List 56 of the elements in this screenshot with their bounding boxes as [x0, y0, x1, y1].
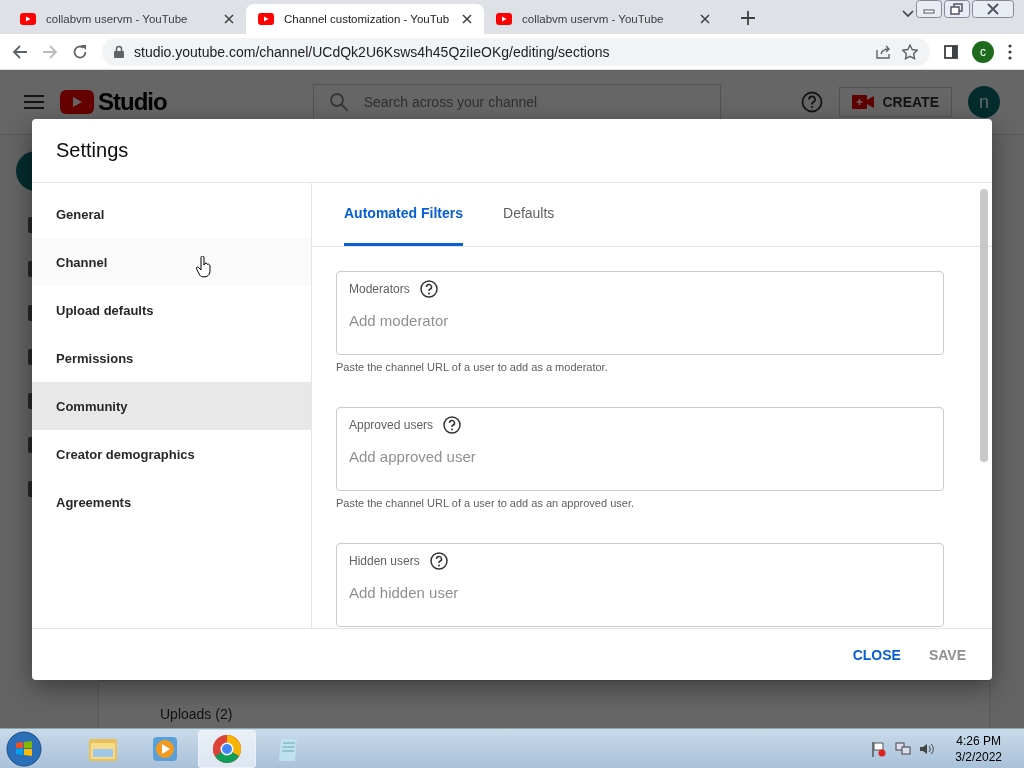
youtube-icon [20, 13, 36, 25]
settings-nav-item[interactable]: General [32, 190, 311, 238]
side-panel-icon[interactable] [944, 44, 958, 59]
field-label: Approved users [349, 418, 434, 432]
browser-tab[interactable]: collabvm uservm - YouTube [8, 4, 246, 34]
settings-nav-item[interactable]: Channel [32, 238, 311, 286]
field-label: Moderators [349, 282, 410, 296]
media-player-icon[interactable] [153, 736, 177, 761]
helper-text: Paste the channel URL of a user to add as a moderator. [336, 361, 609, 373]
helper-text: Paste the channel URL of a user to add as an approved user. [336, 497, 635, 509]
youtube-icon [258, 13, 274, 25]
hand-cursor-icon [196, 256, 212, 278]
close-icon[interactable] [224, 14, 234, 24]
network-icon[interactable] [895, 740, 912, 757]
filter-tab[interactable]: Defaults [503, 183, 555, 246]
help-icon[interactable] [429, 552, 448, 570]
profile-avatar[interactable]: c [972, 40, 994, 63]
close-icon[interactable] [700, 14, 710, 24]
video-camera-icon [852, 95, 875, 109]
restore-icon[interactable] [944, 0, 970, 18]
back-icon[interactable] [12, 43, 28, 60]
more-icon[interactable] [1008, 43, 1012, 60]
settings-nav-item[interactable]: Creator demographics [32, 430, 311, 478]
lock-icon [114, 45, 124, 58]
settings-nav-item[interactable]: Community [32, 382, 311, 430]
menu-icon[interactable] [24, 95, 44, 109]
dialog-title: Settings [56, 139, 129, 162]
logo-icon [60, 90, 94, 114]
chevron-down-icon[interactable] [902, 10, 914, 18]
dialog-button[interactable]: CLOSE [842, 638, 911, 671]
chrome-icon[interactable] [213, 734, 241, 763]
address-bar[interactable]: studio.youtube.com/channel/UCdQk2U6Ksws4h45QziIeOKg/editing/sections [102, 37, 930, 66]
star-icon[interactable] [902, 43, 918, 60]
close-icon[interactable] [972, 0, 1014, 18]
filter-tab[interactable]: Automated Filters [344, 183, 463, 246]
clock-date[interactable]: 3/2/2022 [955, 748, 1002, 765]
scrollbar[interactable] [980, 189, 988, 462]
start-button[interactable] [6, 730, 42, 767]
settings-nav-item[interactable]: Permissions [32, 334, 311, 382]
flag-icon[interactable] [871, 740, 888, 757]
new-tab-icon[interactable] [741, 11, 755, 25]
help-icon[interactable] [419, 280, 438, 298]
youtube-icon [496, 13, 512, 25]
browser-tab[interactable]: collabvm uservm - YouTube [484, 4, 722, 34]
settings-nav-item[interactable]: Upload defaults [32, 286, 311, 334]
field-label: Hidden users [349, 554, 420, 568]
uploads-heading: Uploads (2) [160, 706, 233, 722]
settings-nav-item[interactable]: Agreements [32, 478, 311, 526]
clock-time[interactable]: 4:26 PM [956, 732, 1001, 749]
share-icon[interactable] [876, 44, 892, 59]
help-icon[interactable] [443, 416, 462, 434]
logo-text: Studio [98, 88, 167, 116]
search-icon [329, 93, 348, 111]
reload-icon[interactable] [72, 43, 88, 60]
close-icon[interactable] [462, 14, 472, 24]
browser-tab[interactable]: Channel customization - YouTub [246, 4, 484, 34]
